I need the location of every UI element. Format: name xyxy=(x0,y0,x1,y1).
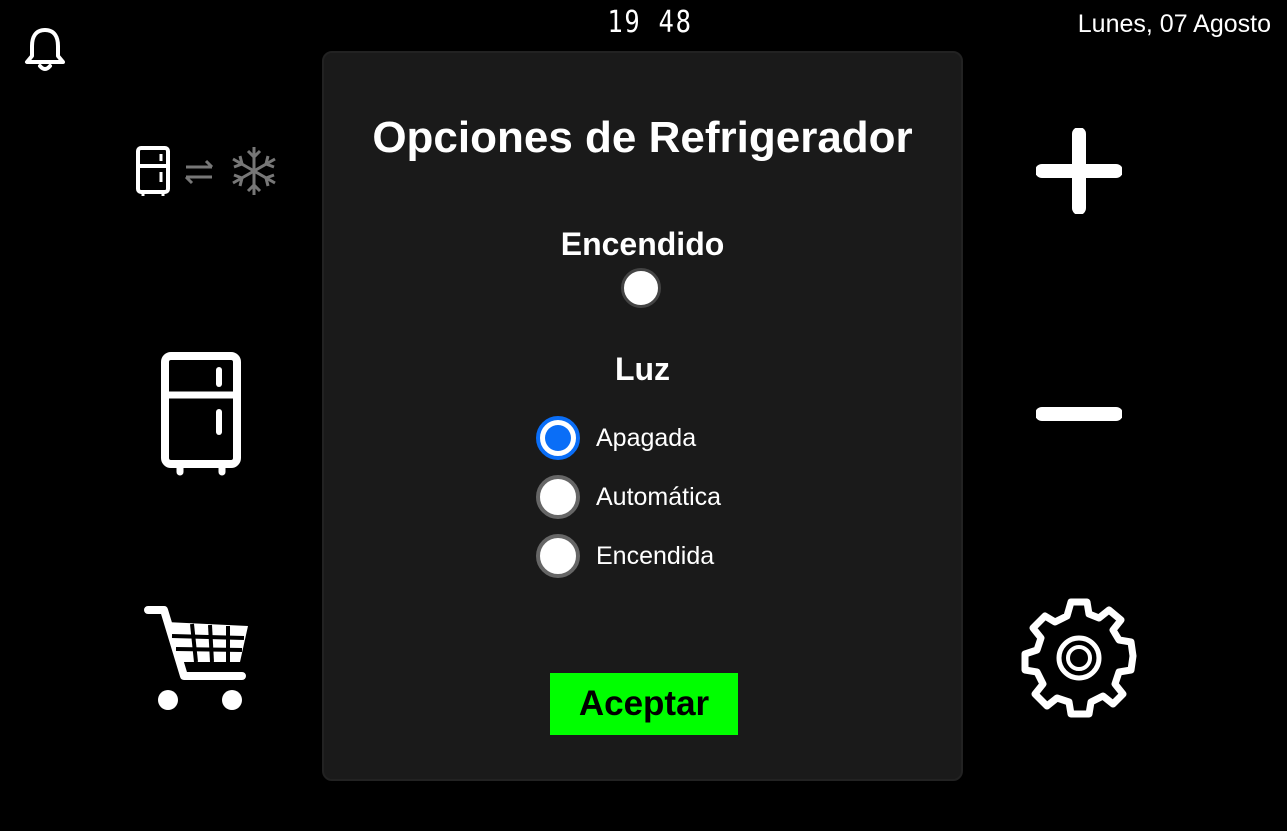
radio-label: Automática xyxy=(596,482,722,511)
refrigerator-screen: 19 48 Lunes, 07 Agosto Opciones de Refri… xyxy=(0,0,1287,831)
shopping-cart-icon[interactable] xyxy=(144,604,256,714)
date-label: Lunes, 07 Agosto xyxy=(1077,10,1271,38)
dialog-title: Opciones de Refrigerador xyxy=(372,113,913,162)
light-label: Luz xyxy=(614,351,671,387)
light-option-encendida[interactable]: Encendida xyxy=(536,534,714,578)
plus-icon[interactable] xyxy=(1036,128,1122,214)
fridge-icon[interactable] xyxy=(158,350,244,476)
accept-button[interactable]: Aceptar xyxy=(550,673,738,735)
power-toggle[interactable] xyxy=(621,268,661,308)
radio-label: Apagada xyxy=(596,423,697,452)
radio-button[interactable] xyxy=(536,475,580,519)
gear-icon[interactable] xyxy=(1018,597,1140,719)
minus-icon[interactable] xyxy=(1036,404,1122,424)
radio-button[interactable] xyxy=(536,534,580,578)
power-label: Encendido xyxy=(560,226,725,262)
bell-icon[interactable] xyxy=(22,26,68,74)
clock: 19 48 xyxy=(607,5,693,40)
light-option-apagada[interactable]: Apagada xyxy=(536,416,696,460)
light-option-automatica[interactable]: Automática xyxy=(536,475,721,519)
fridge-swap-freezer-icon[interactable] xyxy=(134,144,284,198)
refrigerator-options-dialog: Opciones de Refrigerador Encendido Luz A… xyxy=(322,51,963,781)
radio-button[interactable] xyxy=(536,416,580,460)
radio-label: Encendida xyxy=(596,541,715,570)
